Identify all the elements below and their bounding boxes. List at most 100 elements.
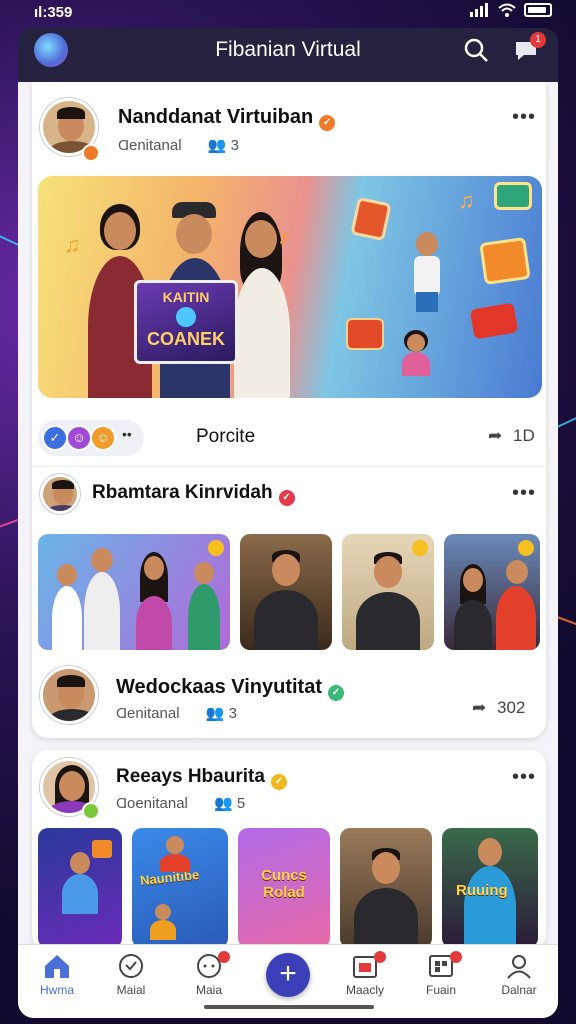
meta-label: Ɑoenitanal <box>116 795 188 812</box>
author-avatar[interactable] <box>40 474 80 514</box>
media-tile[interactable] <box>38 534 230 650</box>
feed-screen[interactable]: Nanddanat Virtuiban ✓ Ɑenitanal 👥 3 ••• <box>18 82 558 1018</box>
more-options-icon[interactable]: ••• <box>512 482 536 505</box>
media-tile[interactable] <box>38 828 122 948</box>
add-post-button[interactable]: + <box>266 953 310 997</box>
meta-count: 3 <box>230 137 239 154</box>
verified-icon: ✓ <box>270 774 287 790</box>
commenter-name[interactable]: Wedockaas Vinyutitat ✓ <box>116 676 344 701</box>
person-figure <box>150 904 176 940</box>
like-reaction-icon: ✓ <box>42 425 68 451</box>
globe-icon <box>176 307 196 327</box>
person-figure <box>496 560 536 650</box>
divider <box>32 466 546 467</box>
verified-icon: ✓ <box>319 115 336 131</box>
reaction-summary[interactable]: ✓ ☺ ☺ •• <box>38 420 144 456</box>
nav-label: Hwma <box>39 983 74 997</box>
music-note-icon: ♪ <box>278 224 289 249</box>
music-note-icon: ♫ <box>64 232 81 257</box>
avatar-status-badge <box>82 144 100 162</box>
post-hero-image[interactable]: KAITIN COANEK ♫ ♪ ♫ <box>38 176 542 398</box>
photo-tile-icon <box>92 840 112 858</box>
media-tile[interactable]: Naunitibe <box>132 828 228 948</box>
person-figure <box>354 848 418 948</box>
media-tile[interactable] <box>444 534 540 650</box>
sign-line-2: COANEK <box>146 329 225 349</box>
post-author-name[interactable]: Rbamtara Kinrvidah ✓ <box>92 482 295 506</box>
share-action[interactable]: ➦ 1D <box>488 426 535 446</box>
commenter-avatar[interactable] <box>40 666 98 724</box>
media-tile[interactable] <box>240 534 332 650</box>
photo-tile-icon <box>494 182 532 210</box>
photo-tile-icon <box>350 196 392 242</box>
nav-heart[interactable]: Maial <box>96 953 166 997</box>
author-name-text: Reeays Hbaurita <box>116 766 265 787</box>
meta-label: Ɑenitanal <box>118 137 182 154</box>
search-icon[interactable] <box>462 36 490 64</box>
verified-icon: ✓ <box>328 685 344 701</box>
share-action[interactable]: ➦ 302 <box>472 698 525 718</box>
media-tile[interactable] <box>342 534 434 650</box>
more-options-icon[interactable]: ••• <box>512 106 536 129</box>
nav-messages[interactable]: Maia <box>174 951 244 997</box>
media-tile[interactable]: Ruuing <box>442 828 538 948</box>
post-author-name[interactable]: Reeays Hbaurita ✓ <box>116 766 287 790</box>
notification-badge <box>218 951 230 963</box>
post-meta: Ɑenitanal 👥 3 <box>116 704 237 722</box>
signal-time: ıl:359 <box>34 4 73 21</box>
reaction-label[interactable]: Porcite <box>196 426 255 448</box>
nav-label: Fuain <box>425 983 457 997</box>
nav-calendar[interactable]: Maacly <box>330 951 400 997</box>
star-badge-icon <box>518 540 534 556</box>
wifi-icon <box>498 3 516 17</box>
media-tile[interactable] <box>340 828 432 948</box>
share-icon: ➦ <box>472 698 487 717</box>
love-reaction-icon: ☺ <box>66 425 92 451</box>
media-tile[interactable]: Cuncs Rolad <box>238 828 330 948</box>
person-figure <box>356 552 420 650</box>
app-header: Fibanian Virtual 1 <box>18 28 558 82</box>
haha-reaction-icon: ☺ <box>90 425 116 451</box>
avatar-status-badge <box>82 802 100 820</box>
share-count: 1D <box>512 426 535 445</box>
meta-label: Ɑenitanal <box>116 705 180 722</box>
home-indicator[interactable] <box>204 1005 374 1009</box>
post-author-name[interactable]: Nanddanat Virtuiban ✓ <box>118 106 336 131</box>
play-tile-icon <box>346 318 384 350</box>
author-name-text: Nanddanat Virtuiban <box>118 106 314 128</box>
author-name-text: Rbamtara Kinrvidah <box>92 482 273 503</box>
heart-icon <box>119 954 143 978</box>
more-options-icon[interactable]: ••• <box>512 766 536 789</box>
meta-count: 5 <box>236 795 246 812</box>
chat-badge: 1 <box>530 32 546 48</box>
person-figure <box>134 552 174 650</box>
status-bar: ıl:359 <box>0 0 576 28</box>
person-figure <box>84 548 120 650</box>
notification-badge <box>374 951 386 963</box>
notification-badge <box>450 951 462 963</box>
held-sign: KAITIN COANEK <box>134 280 238 364</box>
verified-icon: ✓ <box>278 490 295 506</box>
users-icon: 👥 <box>205 705 225 722</box>
child-figure <box>398 330 434 376</box>
star-badge-icon <box>208 540 224 556</box>
share-count: 302 <box>496 698 526 717</box>
commenter-name-text: Wedockaas Vinyutitat <box>116 676 322 698</box>
nav-profile[interactable]: Dalnar <box>484 953 554 997</box>
person-figure <box>254 550 318 650</box>
post-card: Reeays Hbaurita ✓ Ɑoenitanal 👥 5 ••• Naun… <box>32 750 546 950</box>
cellular-icon <box>470 3 488 17</box>
person-figure <box>188 562 220 650</box>
more-reactions-icon: •• <box>122 426 132 442</box>
post-meta: Ɑoenitanal 👥 5 <box>116 794 245 812</box>
music-note-icon: ♫ <box>458 188 475 213</box>
home-icon <box>45 955 69 978</box>
nav-grid[interactable]: Fuain <box>406 951 476 997</box>
nav-home[interactable]: Hwma <box>22 953 92 997</box>
share-icon: ➦ <box>488 426 503 445</box>
add-icon: + <box>279 957 297 990</box>
status-icons <box>470 3 552 17</box>
nav-label: Maia <box>195 983 222 997</box>
profile-icon <box>507 955 531 979</box>
person-figure <box>160 836 190 872</box>
